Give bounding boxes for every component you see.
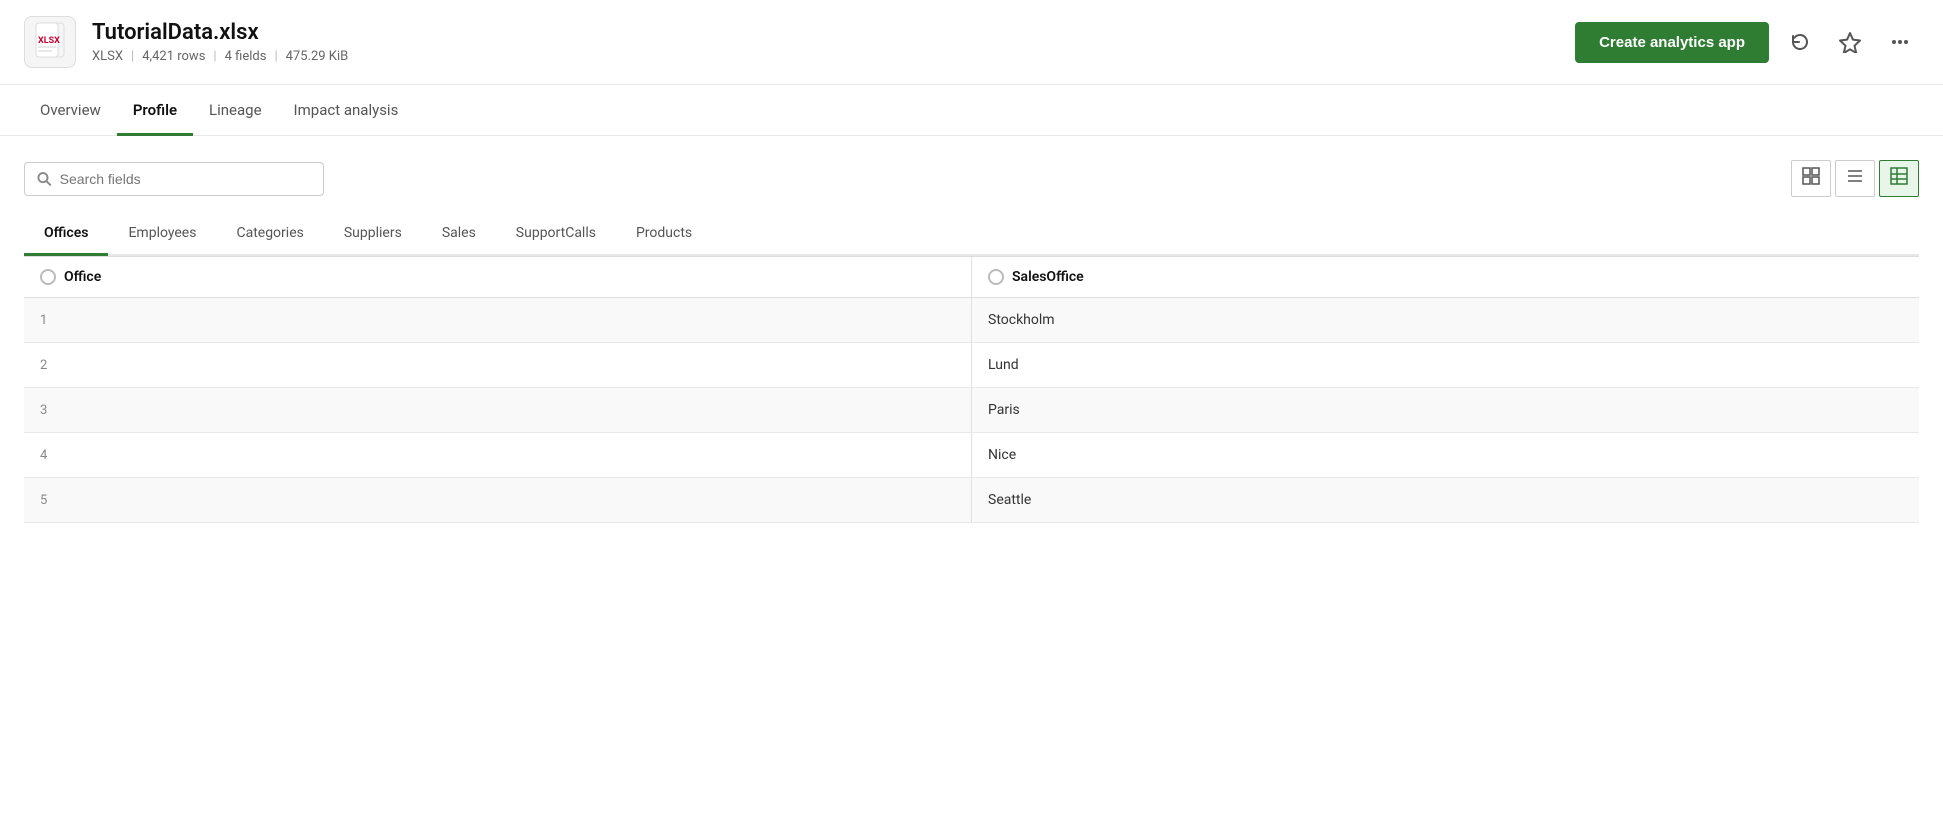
file-name: TutorialData.xlsx	[92, 20, 348, 45]
data-table: Office SalesOffice 1 Stockholm	[24, 256, 1919, 523]
refresh-button[interactable]	[1781, 23, 1819, 61]
file-format: XLSX	[92, 49, 123, 64]
header-left: XLSX TutorialData.xlsx XLSX | 4,421 rows…	[24, 16, 348, 68]
table-row: 5 Seattle	[24, 478, 1919, 523]
file-icon-label: XLSX	[34, 21, 66, 63]
favorite-button[interactable]	[1831, 23, 1869, 61]
create-analytics-app-button[interactable]: Create analytics app	[1575, 22, 1769, 63]
tab-lineage[interactable]: Lineage	[193, 85, 278, 136]
tab-profile[interactable]: Profile	[117, 85, 193, 136]
search-icon	[37, 171, 52, 187]
field-tab-sales[interactable]: Sales	[422, 213, 496, 256]
field-tabs: Offices Employees Categories Suppliers S…	[24, 213, 1919, 256]
main-content: Offices Employees Categories Suppliers S…	[0, 136, 1943, 547]
table-row: 2 Lund	[24, 343, 1919, 388]
search-bar[interactable]	[24, 162, 324, 196]
svg-text:XLSX: XLSX	[38, 36, 60, 46]
table-view-button[interactable]	[1879, 160, 1919, 197]
field-tab-employees[interactable]: Employees	[108, 213, 216, 256]
grid-view-button[interactable]	[1791, 160, 1831, 197]
file-size: 475.29 KiB	[286, 49, 349, 64]
field-tab-products[interactable]: Products	[616, 213, 712, 256]
header-right: Create analytics app	[1575, 22, 1919, 63]
table-row: 1 Stockholm	[24, 298, 1919, 343]
search-input[interactable]	[60, 171, 311, 187]
office-select-all[interactable]	[40, 269, 56, 285]
sales-office-select-all[interactable]	[988, 269, 1004, 285]
tab-overview[interactable]: Overview	[24, 85, 117, 136]
view-controls	[1791, 160, 1919, 197]
toolbar	[24, 160, 1919, 197]
col-header-sales-office: SalesOffice	[972, 257, 1920, 298]
field-tab-offices[interactable]: Offices	[24, 213, 108, 256]
page-header: XLSX TutorialData.xlsx XLSX | 4,421 rows…	[0, 0, 1943, 85]
file-meta: XLSX | 4,421 rows | 4 fields | 475.29 Ki…	[92, 49, 348, 64]
main-tabs: Overview Profile Lineage Impact analysis	[0, 85, 1943, 136]
field-tab-suppliers[interactable]: Suppliers	[324, 213, 422, 256]
list-view-button[interactable]	[1835, 160, 1875, 197]
file-fields: 4 fields	[225, 49, 267, 64]
table-row: 4 Nice	[24, 433, 1919, 478]
file-icon: XLSX	[24, 16, 76, 68]
col-header-office: Office	[24, 257, 972, 298]
field-tab-supportcalls[interactable]: SupportCalls	[496, 213, 616, 256]
file-info: TutorialData.xlsx XLSX | 4,421 rows | 4 …	[92, 20, 348, 64]
tab-impact-analysis[interactable]: Impact analysis	[278, 85, 415, 136]
field-tab-categories[interactable]: Categories	[216, 213, 323, 256]
file-rows: 4,421 rows	[142, 49, 205, 64]
table-row: 3 Paris	[24, 388, 1919, 433]
more-options-button[interactable]	[1881, 23, 1919, 61]
